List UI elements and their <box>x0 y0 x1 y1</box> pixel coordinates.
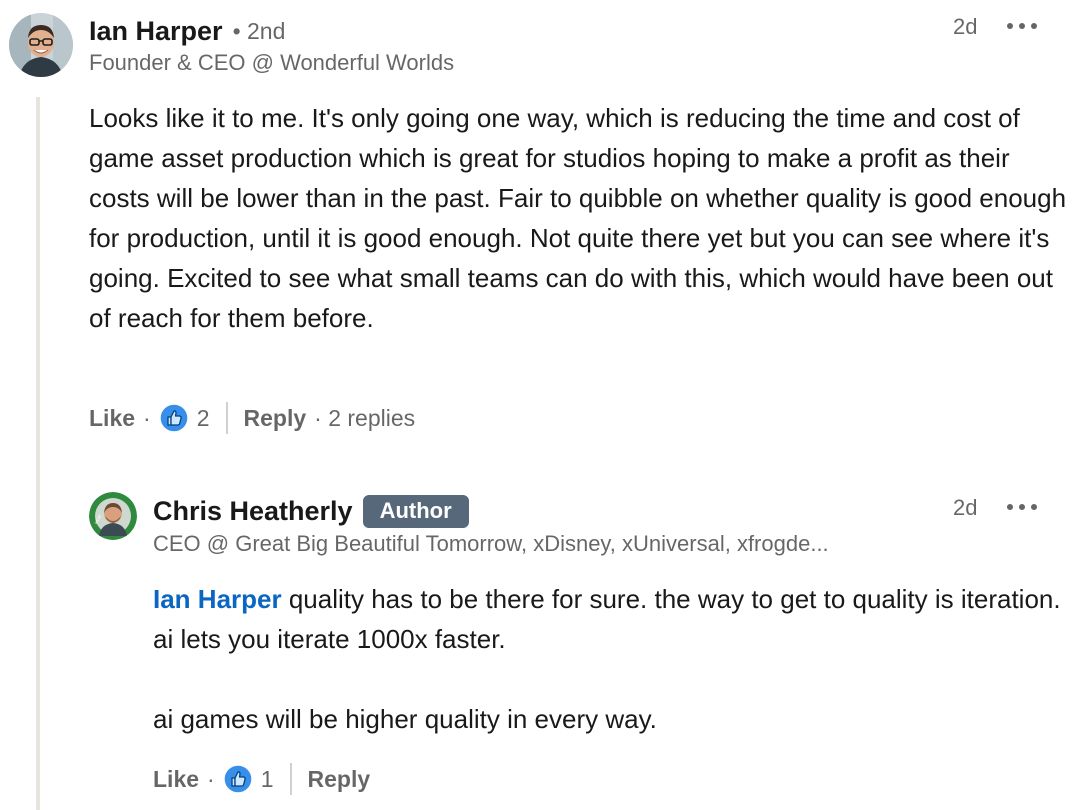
reply-avatar[interactable]: HEAT <box>89 492 137 540</box>
comment-actions: Like · 2 Reply · 2 replies <box>89 401 415 435</box>
comments-thread: Ian Harper • 2nd Founder & CEO @ Wonderf… <box>0 0 1080 810</box>
avatar-photo <box>9 13 73 77</box>
mention-link[interactable]: Ian Harper <box>153 584 282 614</box>
like-button[interactable]: Like <box>153 766 199 793</box>
connection-degree: • 2nd <box>232 17 286 44</box>
reply-button[interactable]: Reply <box>244 405 307 432</box>
like-count[interactable]: 2 <box>197 405 210 432</box>
reply-button[interactable]: Reply <box>308 766 371 793</box>
thumbs-up-icon <box>223 764 253 794</box>
comment-name-line: Ian Harper • 2nd <box>89 14 285 48</box>
reply-timestamp: 2d <box>953 495 978 520</box>
reply-author-name[interactable]: Chris Heatherly <box>153 496 353 527</box>
ellipsis-icon[interactable] <box>1007 20 1037 32</box>
like-button[interactable]: Like <box>89 405 135 432</box>
avatar[interactable] <box>9 13 73 77</box>
separator-dot: · <box>143 404 151 431</box>
action-divider <box>289 763 292 795</box>
comment-author-name[interactable]: Ian Harper <box>89 16 223 47</box>
reply-body-text: quality has to be there for sure. the wa… <box>153 584 1061 654</box>
reply-body: Ian Harper quality has to be there for s… <box>153 579 1063 659</box>
comment-timestamp: 2d <box>953 14 978 39</box>
action-divider <box>225 402 228 434</box>
reply-body-second-paragraph: ai games will be higher quality in every… <box>153 704 657 734</box>
avatar-photo: HEAT <box>89 492 137 540</box>
author-badge: Author <box>362 494 469 528</box>
thumbs-up-icon <box>159 403 189 433</box>
separator-dot: · <box>207 765 215 792</box>
replies-count-link[interactable]: · 2 replies <box>314 405 415 432</box>
like-count[interactable]: 1 <box>261 766 274 793</box>
thread-line <box>36 97 40 810</box>
comment-body: Looks like it to me. It's only going one… <box>89 103 1067 333</box>
reply-actions: Like · 1 Reply <box>153 762 370 796</box>
ellipsis-icon[interactable] <box>1007 501 1037 513</box>
reply-name-line: Chris Heatherly Author <box>153 494 469 528</box>
comment-author-headline: Founder & CEO @ Wonderful Worlds <box>89 50 455 75</box>
reply-author-headline: CEO @ Great Big Beautiful Tomorrow, xDis… <box>153 531 829 556</box>
